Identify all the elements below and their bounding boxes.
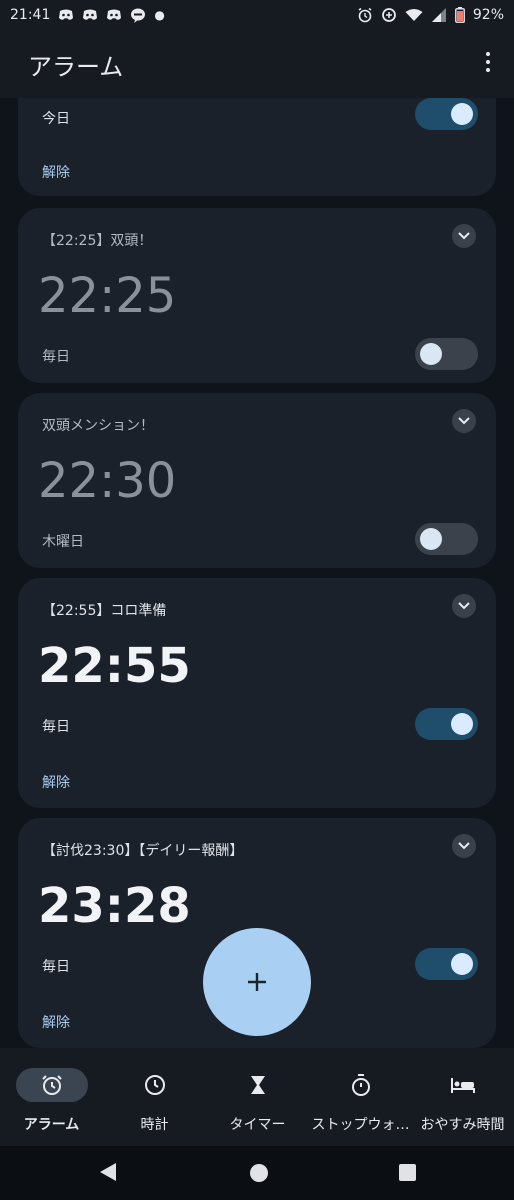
clock-icon (144, 1075, 165, 1095)
alarm-card[interactable]: 【22:55】コロ準備 22:55 毎日 解除 (18, 578, 496, 808)
nav-label: タイマー (229, 1117, 286, 1133)
dismiss-button[interactable]: 解除 (42, 162, 70, 182)
alarm-toggle[interactable] (415, 708, 478, 740)
app-bar: アラーム (0, 30, 514, 98)
chevron-down-icon[interactable] (452, 409, 476, 433)
chevron-down-icon[interactable] (452, 224, 476, 248)
alarm-card[interactable]: 双頭メンション！ 22:30 木曜日 (18, 393, 496, 568)
alarm-toggle[interactable] (415, 338, 478, 370)
alarm-days: 木曜日 (42, 534, 84, 550)
plus-icon (248, 973, 266, 991)
battery-icon (454, 7, 465, 23)
alarm-label[interactable]: 双頭メンション！ (42, 415, 154, 435)
alarm-card[interactable]: 今日 解除 (18, 98, 496, 196)
alarm-time[interactable]: 22:25 (38, 268, 176, 324)
bottom-nav: アラーム 時計 タイマー ストップウォ… おやすみ時間 (0, 1048, 514, 1146)
discord-icon (107, 9, 122, 20)
bed-icon (450, 1078, 475, 1093)
alarm-list[interactable]: 今日 解除 【22:25】双頭！ 22:25 毎日 双頭メンション！ 22:30… (0, 98, 514, 1048)
alarm-toggle[interactable] (415, 523, 478, 555)
chevron-down-icon[interactable] (452, 834, 476, 858)
dismiss-button[interactable]: 解除 (42, 1012, 70, 1032)
home-icon[interactable] (250, 1164, 268, 1182)
more-options-icon[interactable] (480, 52, 496, 76)
hourglass-icon (250, 1076, 265, 1094)
alarm-label[interactable]: 【22:25】双頭！ (42, 230, 152, 250)
alarm-label[interactable]: 【22:55】コロ準備 (42, 600, 166, 620)
discord-icon (83, 9, 98, 20)
system-nav-bar (0, 1146, 514, 1200)
discord-icon (59, 9, 74, 20)
nav-label: ストップウォ… (311, 1117, 410, 1133)
nav-item-stopwatch[interactable]: ストップウォ… (309, 1048, 412, 1146)
nav-item-clock[interactable]: 時計 (103, 1048, 206, 1146)
alarm-toggle[interactable] (415, 948, 478, 980)
alarm-days: 毎日 (42, 959, 70, 975)
alarm-days: 毎日 (42, 719, 70, 735)
alarm-label[interactable]: 【討伐23:30】【デイリー報酬】 (42, 840, 243, 860)
chevron-down-icon[interactable] (452, 594, 476, 618)
data-saver-icon (381, 8, 396, 22)
alarm-time[interactable]: 22:55 (38, 638, 191, 694)
signal-icon (431, 8, 446, 22)
alarm-icon (41, 1075, 62, 1095)
nav-label: おやすみ時間 (420, 1117, 505, 1133)
alarm-days: 毎日 (42, 349, 70, 365)
nav-item-timer[interactable]: タイマー (206, 1048, 309, 1146)
alarm-time[interactable]: 23:28 (38, 878, 191, 934)
nav-label: アラーム (23, 1117, 80, 1133)
status-time: 21:41 (10, 7, 51, 23)
page-title: アラーム (28, 52, 124, 81)
alarm-time[interactable]: 22:30 (38, 453, 176, 509)
back-icon[interactable] (100, 1163, 116, 1181)
dot-icon: ● (154, 8, 165, 22)
add-alarm-button[interactable] (203, 928, 311, 1036)
line-icon (131, 8, 146, 23)
alarm-days: 今日 (42, 111, 70, 127)
alarm-icon (358, 7, 372, 23)
nav-item-alarm[interactable]: アラーム (0, 1048, 103, 1146)
nav-item-bedtime[interactable]: おやすみ時間 (411, 1048, 514, 1146)
battery-percent: 92% (472, 7, 504, 23)
nav-label: 時計 (140, 1117, 169, 1133)
stopwatch-icon (351, 1074, 370, 1096)
status-bar: 21:41 ● 92% (0, 0, 514, 30)
dismiss-button[interactable]: 解除 (42, 772, 70, 792)
alarm-card[interactable]: 【22:25】双頭！ 22:25 毎日 (18, 208, 496, 383)
alarm-toggle[interactable] (415, 98, 478, 130)
wifi-icon (405, 9, 423, 21)
recents-icon[interactable] (399, 1164, 416, 1181)
